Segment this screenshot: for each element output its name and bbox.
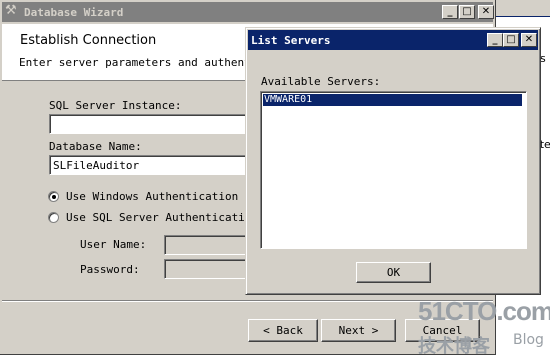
windows-auth-label: Use Windows Authentication	[66, 190, 239, 203]
password-input[interactable]	[164, 259, 254, 279]
servers-listbox[interactable]: VMWARE01	[260, 91, 527, 249]
minimize-button[interactable]: _	[442, 5, 458, 19]
server-list-item[interactable]: VMWARE01	[263, 94, 522, 106]
wizard-title-bar[interactable]: ⚒ Database Wizard _ □ ✕	[2, 2, 494, 22]
database-name-input[interactable]	[49, 155, 249, 175]
dialog-title-bar[interactable]: List Servers _ □ ✕	[248, 30, 538, 50]
close-button[interactable]: ✕	[478, 5, 494, 19]
wizard-title: Database Wizard	[24, 6, 124, 19]
server-name: VMWARE01	[264, 94, 313, 105]
background-window-topbar	[496, 0, 550, 16]
sql-auth-radio[interactable]	[48, 212, 59, 223]
wizard-app-icon: ⚒	[5, 3, 17, 18]
maximize-button[interactable]: □	[459, 5, 475, 19]
sql-instance-label: SQL Server Instance:	[49, 99, 182, 112]
sql-auth-label: Use SQL Server Authentication	[66, 211, 259, 224]
username-input[interactable]	[164, 235, 254, 255]
dialog-minimize-button[interactable]: _	[487, 33, 503, 47]
windows-auth-option[interactable]: Use Windows Authentication	[48, 189, 248, 205]
watermark-blog: Blog	[513, 332, 544, 348]
sql-instance-input[interactable]	[49, 114, 249, 134]
dialog-close-button[interactable]: ✕	[521, 33, 537, 47]
list-servers-dialog: List Servers _ □ ✕ Available Servers: VM…	[245, 27, 541, 295]
watermark: 51CTO.com 技术博客 Blog	[418, 296, 550, 362]
wizard-heading: Establish Connection	[20, 33, 157, 48]
available-servers-label: Available Servers:	[261, 75, 381, 88]
back-button[interactable]: < Back	[248, 319, 318, 342]
watermark-site: 51CTO.com	[418, 296, 550, 326]
watermark-tagline: 技术博客	[418, 336, 490, 357]
next-button[interactable]: Next >	[321, 319, 396, 342]
background-window-divider	[496, 16, 550, 17]
dialog-maximize-button[interactable]: □	[503, 33, 519, 47]
dialog-title: List Servers	[251, 34, 331, 47]
password-label: Password:	[80, 263, 140, 276]
windows-auth-radio[interactable]	[48, 191, 59, 202]
username-label: User Name:	[80, 238, 147, 251]
sql-auth-option[interactable]: Use SQL Server Authentication	[48, 210, 258, 226]
ok-button[interactable]: OK	[356, 262, 431, 283]
database-name-label: Database Name:	[49, 140, 142, 153]
